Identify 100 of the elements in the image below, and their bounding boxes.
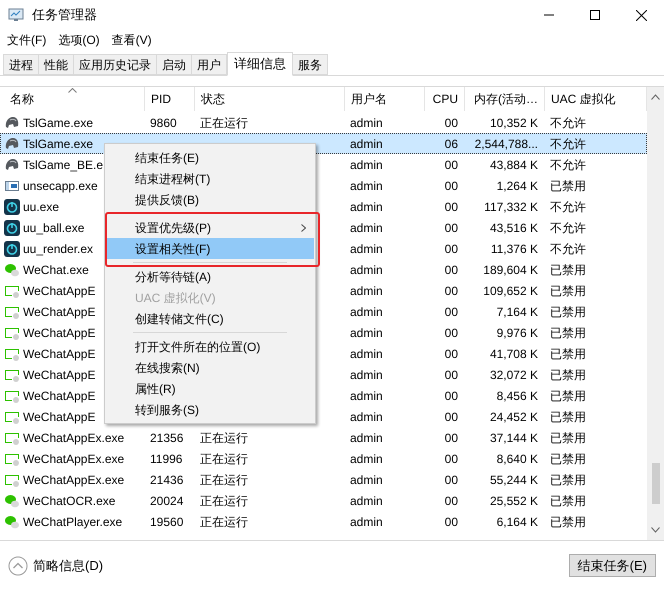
table-cell-text: 43,884 K [490, 156, 538, 174]
table-cell-text: WeChatAppE [23, 408, 96, 426]
column-header[interactable]: 用户名 [351, 90, 387, 108]
menu-option[interactable]: 提供反馈(B) [106, 189, 314, 210]
menu-option[interactable]: 打开文件所在的位置(O) [106, 336, 314, 357]
table-cell-text: 正在运行 [200, 450, 248, 468]
table-cell-text: 9860 [150, 114, 177, 132]
tab[interactable]: 性能 [38, 54, 74, 75]
table-cell-text: 00 [444, 324, 458, 342]
table-cell-text: 00 [444, 114, 458, 132]
scrollbar[interactable] [647, 87, 664, 540]
table-cell-text: 55,244 K [490, 472, 538, 488]
tab[interactable]: 详细信息 [227, 52, 293, 76]
table-cell-text: 1,264 K [496, 178, 538, 194]
column-header[interactable]: 名称 [6, 90, 34, 108]
menu-option[interactable]: 创建转储文件(C) [106, 308, 314, 329]
scrollbar-thumb[interactable] [652, 463, 660, 504]
brief-details-link[interactable]: 简略信息(D) [33, 556, 104, 576]
column-header[interactable]: 状态 [201, 90, 225, 108]
menu-item[interactable]: 文件(F) [4, 31, 50, 49]
table-cell-text: WeChatAppEx.exe [23, 450, 124, 468]
table-cell-text: 已禁用 [550, 430, 586, 446]
table-cell-text: 11996 [150, 450, 182, 468]
table-cell-text: admin [350, 472, 383, 488]
table-cell-text: admin [350, 114, 383, 132]
window-title: 任务管理器 [32, 6, 97, 24]
column-header[interactable]: CPU [432, 90, 458, 108]
table-cell-text: 正在运行 [200, 492, 248, 510]
end-task-button[interactable]: 结束任务(E) [568, 554, 656, 577]
table-cell-text: 6,164 K [496, 514, 538, 530]
table-cell-text: 00 [444, 156, 458, 174]
table-cell-text: 00 [444, 388, 458, 404]
table-cell-text: WeChatAppEx.exe [23, 430, 124, 446]
table-cell-text: admin [350, 262, 383, 278]
table-cell-text: 已禁用 [550, 408, 586, 426]
table-cell-text: uu_render.ex [23, 240, 94, 258]
table-cell-text: 已禁用 [550, 514, 586, 530]
column-header[interactable]: UAC 虚拟化 [551, 90, 616, 108]
menu-option[interactable]: 结束任务(E) [106, 147, 314, 168]
table-cell-text: 06 [444, 136, 458, 152]
table-cell-text: admin [350, 492, 383, 510]
table-cell-text: admin [350, 136, 383, 152]
tab[interactable]: 用户 [191, 54, 227, 75]
menu-option[interactable]: 结束进程树(T) [106, 168, 314, 189]
scroll-down-icon[interactable] [651, 527, 660, 533]
table-cell-text: 41,708 K [490, 346, 538, 362]
table-cell-text: WeChatAppE [23, 346, 96, 362]
table-cell-text: 不允许 [550, 220, 586, 236]
table-cell-text: 21436 [150, 472, 184, 488]
table-cell-text: admin [350, 450, 383, 468]
scroll-up-icon[interactable] [651, 94, 660, 100]
table-cell-text: 10,352 K [490, 114, 538, 132]
table-cell-text: 43,516 K [490, 220, 538, 236]
menu-item[interactable]: 查看(V) [108, 31, 155, 49]
chat-bubbles-icon [4, 262, 20, 278]
menu-option[interactable]: 在线搜索(N) [106, 357, 314, 378]
table-cell-text: admin [350, 366, 383, 384]
menu-option[interactable]: 分析等待链(A) [106, 266, 314, 287]
table-cell-text: 00 [444, 240, 458, 258]
menu-option[interactable]: 属性(R) [106, 378, 314, 399]
maximize-icon[interactable] [590, 10, 600, 20]
table-cell-text: admin [350, 324, 383, 342]
collapse-icon[interactable] [8, 556, 28, 576]
table-cell-text: 已禁用 [550, 388, 586, 404]
table-cell-text: admin [350, 282, 383, 300]
table-cell-text: 109,652 K [483, 282, 538, 300]
tab[interactable]: 进程 [3, 54, 39, 75]
table-cell-text: 00 [444, 262, 458, 278]
power-ring-icon [4, 198, 20, 214]
table-cell-text: admin [350, 346, 383, 362]
tab[interactable]: 启动 [156, 54, 192, 75]
tab[interactable]: 应用历史记录 [73, 54, 157, 75]
column-header[interactable]: PID [151, 90, 172, 108]
tab[interactable]: 服务 [292, 54, 328, 75]
table-cell-text: TslGame_BE.e [23, 156, 104, 174]
table-cell-text: 已禁用 [550, 450, 586, 468]
table-cell-text: 正在运行 [200, 472, 248, 488]
table-cell-text: 00 [444, 282, 458, 300]
table-cell-text: WeChatAppE [23, 282, 96, 300]
column-header[interactable]: 内存(活动… [474, 90, 538, 108]
table-cell-text: 20024 [150, 492, 184, 510]
close-icon[interactable] [636, 10, 646, 20]
table-cell-text: 已禁用 [550, 262, 586, 278]
menu-option[interactable]: 设置相关性(F) [106, 238, 314, 259]
chat-bubbles-icon [4, 492, 20, 508]
table-cell-text: 已禁用 [550, 346, 586, 362]
table-cell-text: 00 [444, 408, 458, 426]
table-cell-text: 已禁用 [550, 472, 586, 488]
menu-item[interactable]: 选项(O) [55, 31, 103, 49]
menu-option[interactable]: 设置优先级(P) [106, 217, 314, 238]
table-cell-text: 正在运行 [200, 430, 248, 446]
helmet-icon [4, 156, 20, 172]
table-cell-text: 已禁用 [550, 304, 586, 320]
table-cell-text: 37,144 K [490, 430, 538, 446]
table-cell-text: admin [350, 240, 383, 258]
table-cell-text: uu.exe [23, 198, 60, 216]
table-cell-text: 00 [444, 178, 458, 194]
table-cell-text: TslGame.exe [23, 114, 94, 132]
menu-option[interactable]: 转到服务(S) [106, 399, 314, 420]
table-cell-text: admin [350, 304, 383, 320]
